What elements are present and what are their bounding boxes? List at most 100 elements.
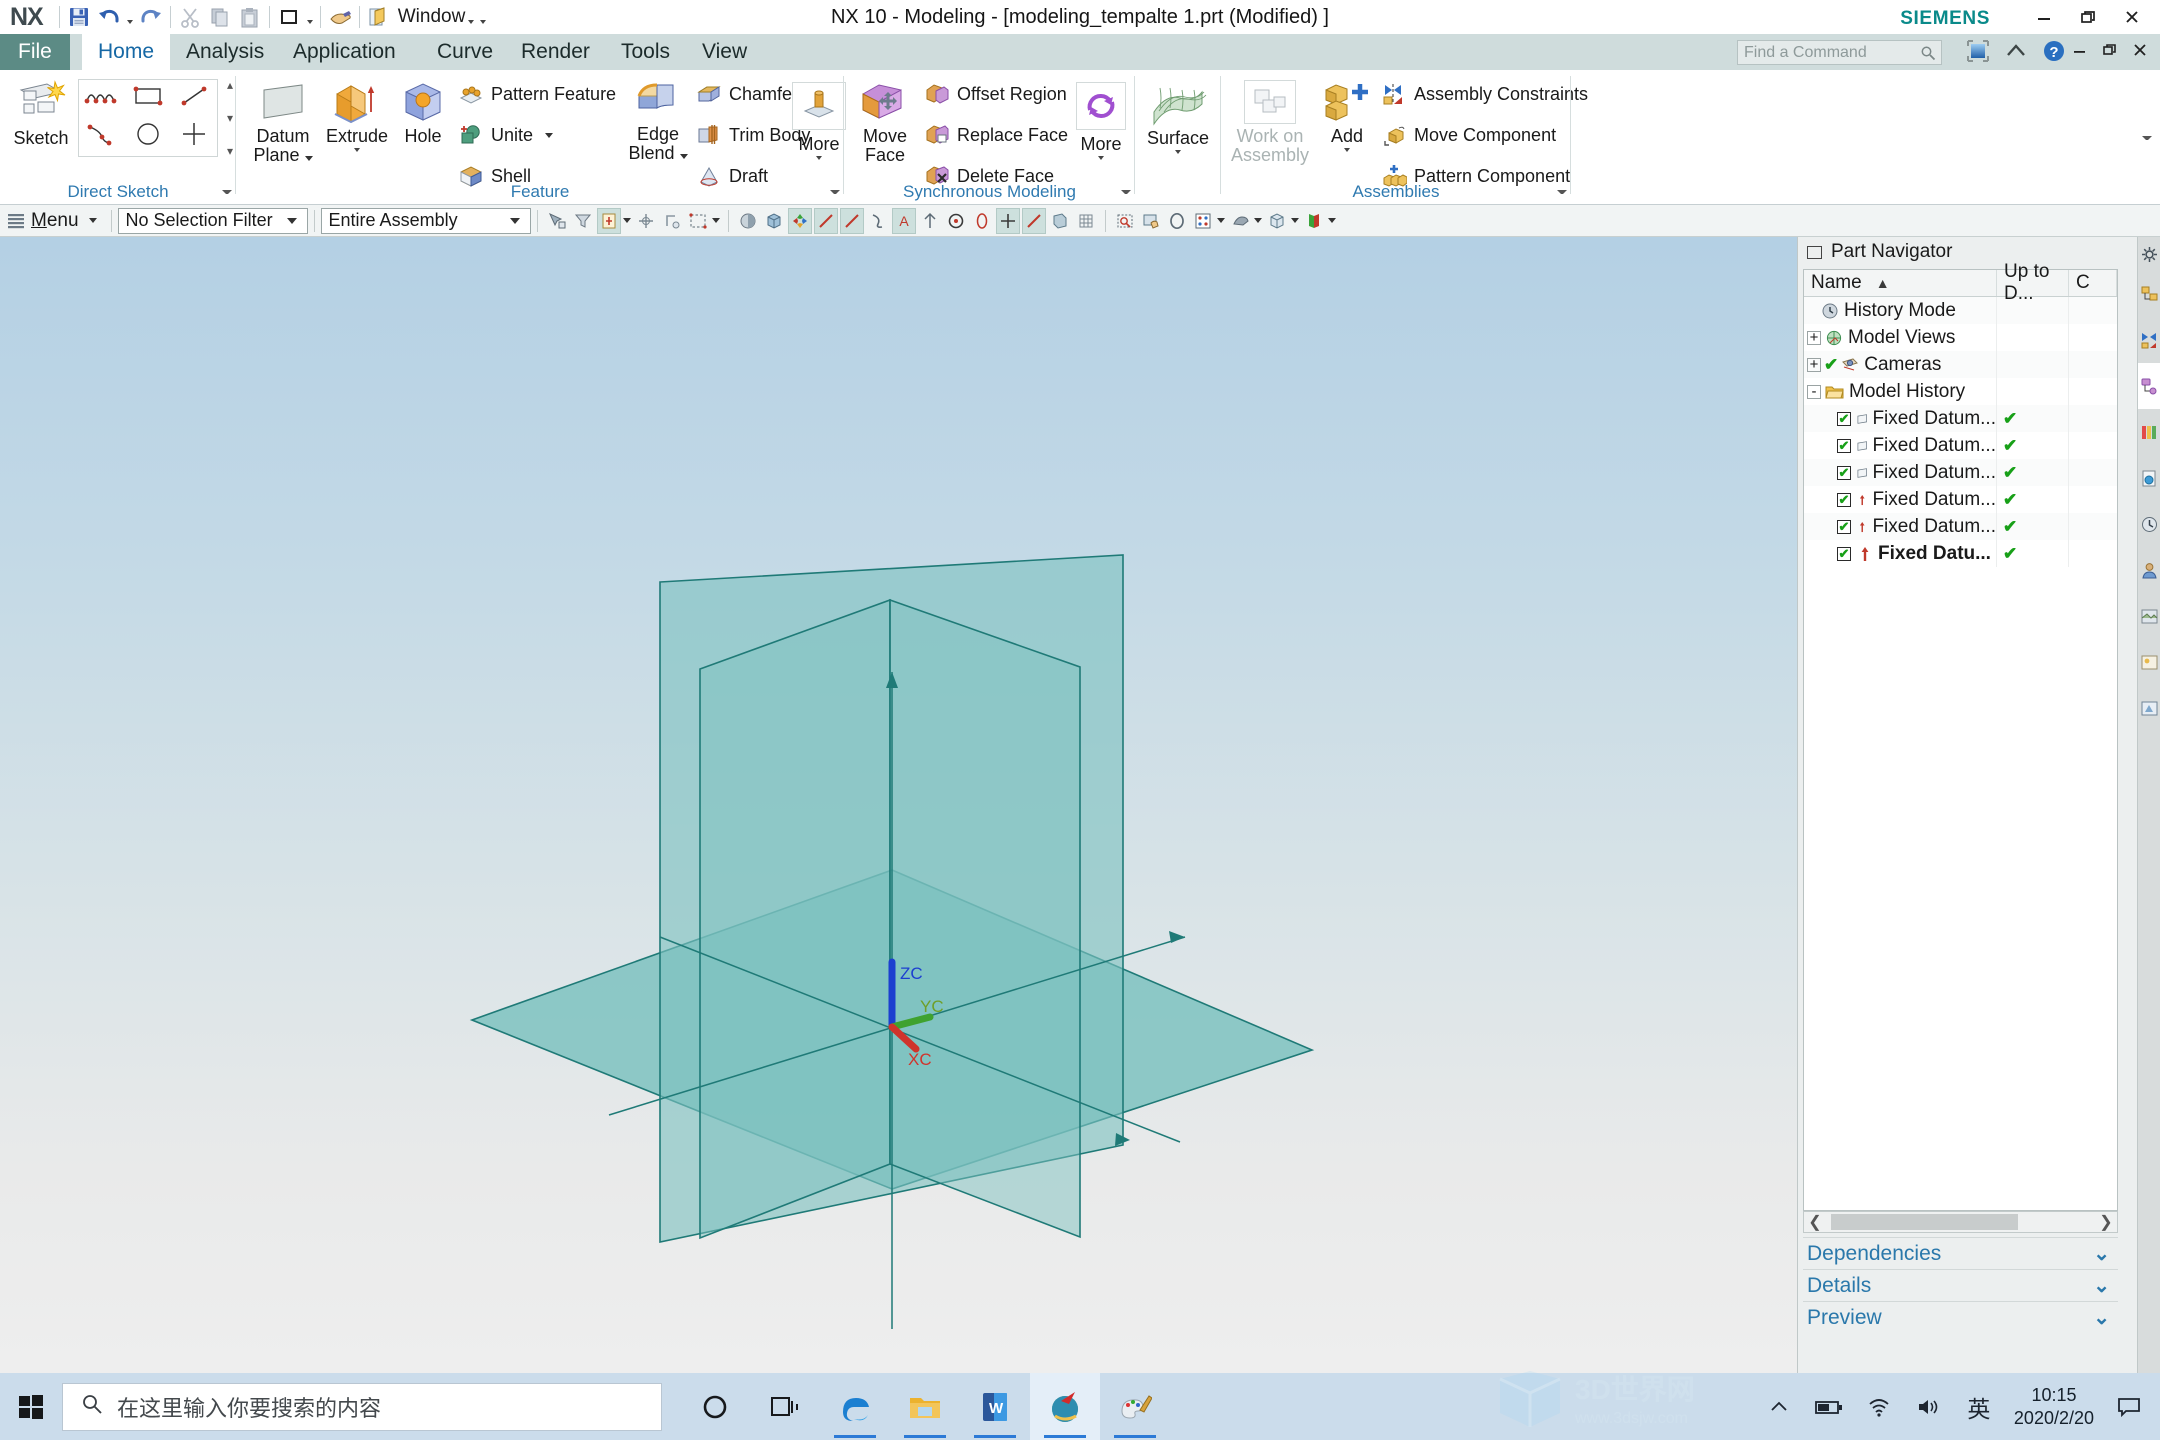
direct-sketch-gallery[interactable] bbox=[78, 79, 218, 157]
tab-curve[interactable]: Curve bbox=[421, 34, 509, 70]
synchronous-more-button[interactable]: More bbox=[1076, 132, 1126, 160]
surface-dropdown-caret-icon[interactable] bbox=[1175, 150, 1181, 154]
help-icon[interactable]: ? bbox=[2040, 37, 2068, 65]
add-point-icon[interactable] bbox=[995, 207, 1020, 234]
gallery-expand-icon[interactable]: ▾ bbox=[227, 145, 233, 157]
chamfer-button[interactable]: Chamfer bbox=[696, 82, 798, 106]
feature-more-box[interactable] bbox=[792, 82, 846, 130]
gallery-scroll-down-icon[interactable]: ▾ bbox=[227, 112, 233, 124]
undo-icon[interactable] bbox=[94, 3, 124, 31]
point-snap-icon[interactable] bbox=[944, 208, 968, 234]
show-hidden-icons-icon[interactable] bbox=[1756, 1373, 1802, 1440]
part-navigator-tree[interactable]: Name ▲ Up to D... C History Mode + Model… bbox=[1803, 261, 2118, 1211]
view-layout-dropdown-caret-icon[interactable] bbox=[1216, 208, 1227, 234]
chevron-down-icon[interactable]: ⌄ bbox=[2093, 1273, 2110, 1298]
shaded-with-edges-icon[interactable] bbox=[762, 208, 786, 234]
section-preview[interactable]: Preview ⌄ bbox=[1803, 1301, 2118, 1333]
feature-more-dropdown-caret-icon[interactable] bbox=[816, 156, 822, 160]
display-mode-dropdown-caret-icon[interactable] bbox=[304, 3, 316, 31]
full-screen-icon[interactable] bbox=[1964, 37, 1992, 65]
part-navigator-horizontal-scrollbar[interactable]: ❮ ❯ bbox=[1803, 1211, 2118, 1233]
table-row[interactable]: ✔ Fixed Datum... ✔ bbox=[1804, 405, 2117, 432]
display-mode-icon[interactable] bbox=[274, 3, 304, 31]
battery-icon[interactable] bbox=[1806, 1373, 1852, 1440]
history-icon[interactable] bbox=[2138, 501, 2160, 547]
view-orientation-icon[interactable] bbox=[1265, 208, 1289, 234]
spline-icon[interactable] bbox=[866, 208, 890, 234]
tab-render[interactable]: Render bbox=[505, 34, 606, 70]
doc-close-button[interactable] bbox=[2126, 36, 2154, 64]
visualization-icon[interactable] bbox=[1302, 208, 1326, 234]
column-header-name[interactable]: Name ▲ bbox=[1804, 270, 1997, 296]
gallery-scroll-up-icon[interactable]: ▴ bbox=[227, 79, 233, 91]
datum-plane-button[interactable]: Datum Plane bbox=[244, 80, 322, 165]
redo-icon[interactable] bbox=[136, 3, 166, 31]
ellipse-snap-icon[interactable] bbox=[970, 208, 994, 234]
add-dropdown-caret-icon[interactable] bbox=[1344, 148, 1350, 152]
undo-dropdown-caret-icon[interactable] bbox=[124, 3, 136, 31]
circle-icon[interactable] bbox=[133, 120, 163, 154]
ime-language-icon[interactable]: 英 bbox=[1956, 1373, 2002, 1440]
orient-view-icon[interactable] bbox=[787, 207, 812, 234]
graphics-viewport[interactable]: ZC YC XC Z Y X bbox=[0, 237, 1797, 1373]
pattern-feature-button[interactable]: Pattern Feature bbox=[458, 82, 616, 106]
expander-icon[interactable]: + bbox=[1807, 357, 1821, 372]
roles-icon[interactable] bbox=[2138, 547, 2160, 593]
assembly-navigator-icon[interactable] bbox=[2138, 271, 2160, 317]
cut-icon[interactable] bbox=[175, 3, 205, 31]
menu-dropdown-caret-icon[interactable] bbox=[88, 218, 97, 223]
render-style-dropdown-caret-icon[interactable] bbox=[1253, 208, 1264, 234]
hole-button[interactable]: Hole bbox=[392, 80, 454, 146]
search-input[interactable]: 在这里输入你要搜索的内容 bbox=[62, 1382, 662, 1431]
render-style-icon[interactable] bbox=[1228, 208, 1252, 234]
constraint-navigator-icon[interactable] bbox=[2138, 317, 2160, 363]
move-face-button[interactable]: Move Face bbox=[850, 80, 920, 165]
extrude-dropdown-caret-icon[interactable] bbox=[354, 148, 360, 152]
edge-blend-dropdown-caret-icon[interactable] bbox=[679, 154, 688, 159]
wcs-snap-icon[interactable] bbox=[660, 208, 684, 234]
pan-hand-icon[interactable] bbox=[325, 3, 355, 31]
tab-view[interactable]: View bbox=[686, 34, 763, 70]
chevron-down-icon[interactable] bbox=[509, 217, 520, 224]
table-row[interactable]: ✔ Fixed Datum... ✔ bbox=[1804, 459, 2117, 486]
row-checkbox[interactable]: ✔ bbox=[1837, 438, 1851, 453]
feature-more-button[interactable]: More bbox=[792, 132, 846, 160]
pan-view-icon[interactable] bbox=[1139, 208, 1163, 234]
file-explorer-icon[interactable] bbox=[890, 1373, 960, 1440]
scroll-left-icon[interactable]: ❮ bbox=[1804, 1212, 1826, 1232]
line-icon[interactable] bbox=[178, 83, 210, 115]
restore-button[interactable] bbox=[2068, 2, 2108, 32]
table-row[interactable]: + ✔ Cameras bbox=[1804, 351, 2117, 378]
word-icon[interactable]: W bbox=[960, 1373, 1030, 1440]
unite-dropdown-caret-icon[interactable] bbox=[545, 132, 554, 138]
scroll-right-icon[interactable]: ❯ bbox=[2095, 1212, 2117, 1232]
assemblies-dialog-launcher[interactable] bbox=[1557, 190, 1567, 200]
row-checkbox[interactable]: ✔ bbox=[1837, 546, 1851, 561]
web-browser-icon[interactable] bbox=[2138, 455, 2160, 501]
chevron-down-icon[interactable] bbox=[286, 217, 297, 224]
window-dropdown-caret-icon[interactable] bbox=[465, 3, 477, 31]
table-row[interactable]: - Model History bbox=[1804, 378, 2117, 405]
extrude-button[interactable]: Extrude bbox=[322, 80, 392, 152]
ribbon-overflow-caret-icon[interactable] bbox=[2142, 136, 2152, 146]
tab-tools[interactable]: Tools bbox=[605, 34, 686, 70]
visualization-dropdown-caret-icon[interactable] bbox=[1327, 208, 1338, 234]
surface-button[interactable]: Surface bbox=[1141, 84, 1215, 154]
shaded-view-icon[interactable] bbox=[736, 208, 760, 234]
mesh-select-icon[interactable] bbox=[1074, 208, 1098, 234]
system-visual-icon[interactable] bbox=[2138, 685, 2160, 731]
selection-scope-dropdown[interactable]: Entire Assembly bbox=[320, 207, 531, 234]
table-row[interactable]: ✔ Fixed Datum... ✔ bbox=[1804, 486, 2117, 513]
start-button[interactable] bbox=[0, 1373, 62, 1440]
volume-icon[interactable] bbox=[1906, 1373, 1952, 1440]
section-details[interactable]: Details ⌄ bbox=[1803, 1269, 2118, 1301]
datum-plane-dropdown-caret-icon[interactable] bbox=[304, 156, 313, 161]
selection-filter-dropdown[interactable]: No Selection Filter bbox=[117, 207, 308, 234]
system-materials-icon[interactable] bbox=[2138, 593, 2160, 639]
chevron-down-icon[interactable]: ⌄ bbox=[2093, 1241, 2110, 1266]
resource-bar-strip[interactable] bbox=[2137, 237, 2160, 1373]
row-checkbox[interactable]: ✔ bbox=[1837, 465, 1851, 480]
minimize-ribbon-icon[interactable] bbox=[2002, 37, 2030, 65]
unite-button[interactable]: Unite bbox=[458, 123, 554, 147]
table-row[interactable]: ✔ Fixed Datum... ✔ bbox=[1804, 432, 2117, 459]
